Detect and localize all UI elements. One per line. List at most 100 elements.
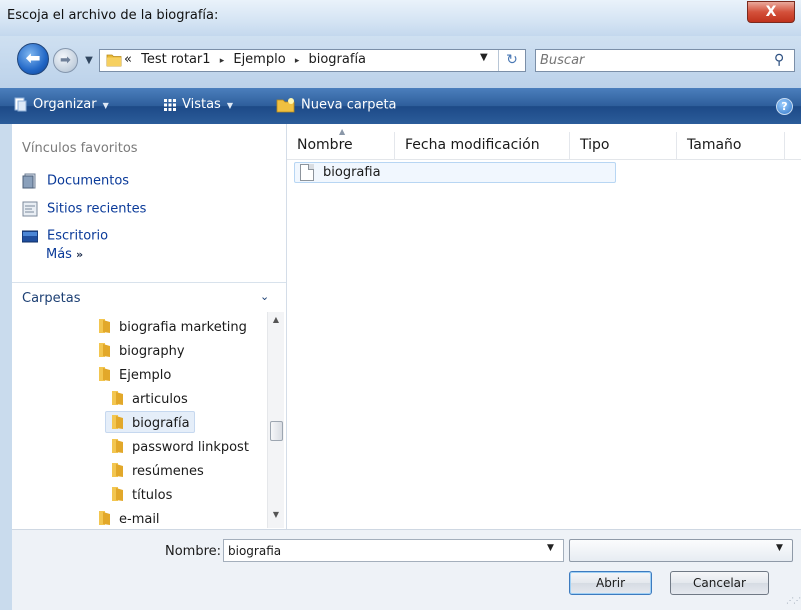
new-folder-icon bbox=[276, 98, 295, 113]
folder-icon bbox=[112, 391, 123, 405]
file-name-label: Nombre: bbox=[165, 544, 222, 559]
help-icon[interactable]: ? bbox=[776, 98, 793, 115]
views-icon bbox=[164, 98, 176, 111]
folder-icon bbox=[99, 343, 110, 357]
column-header-label: Tamaño bbox=[687, 137, 742, 153]
navigation-pane: Vínculos favoritos Documentos Sitios rec… bbox=[12, 124, 287, 529]
folder-icon bbox=[112, 487, 123, 501]
column-header-type[interactable]: Tipo bbox=[570, 132, 677, 160]
tree-item-label: biografía bbox=[132, 416, 190, 431]
file-row[interactable]: biografia bbox=[294, 162, 616, 183]
forward-button[interactable]: ➡ bbox=[53, 48, 78, 73]
search-box: ⚲ bbox=[535, 49, 795, 72]
double-chevron-icon: » bbox=[75, 248, 84, 261]
breadcrumb-overflow[interactable]: « bbox=[124, 52, 132, 67]
chevron-down-icon: ▼ bbox=[226, 101, 233, 110]
breadcrumb: « Test rotar1 ▸ Ejemplo ▸ biografía bbox=[124, 52, 371, 67]
column-header-label: Tipo bbox=[580, 137, 610, 153]
text-file-icon bbox=[300, 164, 314, 181]
organize-icon bbox=[14, 97, 27, 112]
close-button[interactable]: X bbox=[747, 1, 795, 23]
search-input[interactable] bbox=[540, 52, 760, 69]
breadcrumb-item[interactable]: Ejemplo bbox=[233, 52, 285, 67]
chevron-down-icon: ▼ bbox=[776, 543, 783, 553]
folder-icon bbox=[112, 439, 123, 453]
search-icon[interactable]: ⚲ bbox=[774, 52, 784, 68]
favorite-link-desktop[interactable]: Escritorio bbox=[22, 228, 108, 248]
file-type-select[interactable]: ▼ bbox=[569, 539, 793, 562]
tree-item[interactable]: biografia marketing bbox=[97, 316, 251, 338]
title-bar: Escoja el archivo de la biografía: X bbox=[0, 0, 801, 36]
column-header-label: Fecha modificación bbox=[405, 137, 540, 153]
tree-item[interactable]: resúmenes bbox=[110, 460, 208, 482]
tree-item[interactable]: articulos bbox=[110, 388, 192, 410]
address-bar[interactable]: « Test rotar1 ▸ Ejemplo ▸ biografía ▼ ↻ bbox=[99, 49, 526, 72]
column-header-name[interactable]: ▲ Nombre bbox=[287, 127, 395, 160]
bottom-panel: Nombre: ▼ ▼ Abrir Cancelar ⋰⋰ bbox=[12, 529, 801, 610]
breadcrumb-separator-icon[interactable]: ▸ bbox=[220, 56, 225, 66]
file-name-input[interactable] bbox=[228, 542, 528, 559]
folder-open-icon bbox=[99, 367, 110, 381]
favorite-link-documents[interactable]: Documentos bbox=[22, 173, 129, 193]
folder-icon bbox=[106, 54, 122, 67]
desktop-icon bbox=[22, 230, 38, 243]
tree-item[interactable]: e-mail bbox=[97, 508, 164, 528]
tree-item-label: e-mail bbox=[119, 512, 160, 527]
chevron-down-icon[interactable]: ▼ bbox=[547, 543, 554, 553]
tree-item-label: títulos bbox=[132, 488, 173, 503]
recent-sites-icon bbox=[22, 201, 38, 217]
new-folder-button[interactable]: Nueva carpeta bbox=[276, 97, 397, 113]
file-list: ▲ Nombre Fecha modificación Tipo Tamaño … bbox=[287, 124, 801, 529]
folder-icon bbox=[112, 415, 123, 429]
folder-tree: biografia marketing biography Ejemplo ar… bbox=[12, 312, 286, 528]
more-favorites-link[interactable]: Más» bbox=[46, 247, 83, 262]
cancel-button[interactable]: Cancelar bbox=[670, 571, 769, 595]
column-headers: ▲ Nombre Fecha modificación Tipo Tamaño bbox=[287, 127, 801, 160]
folder-icon bbox=[112, 463, 123, 477]
chevron-down-icon: ▼ bbox=[102, 101, 109, 110]
more-label: Más bbox=[46, 247, 72, 262]
column-header-label: Nombre bbox=[297, 137, 353, 153]
file-name: biografia bbox=[323, 165, 381, 180]
favorite-link-recent-sites[interactable]: Sitios recientes bbox=[22, 201, 146, 221]
views-button[interactable]: Vistas ▼ bbox=[163, 97, 233, 112]
tree-item[interactable]: password linkpost bbox=[110, 436, 253, 458]
breadcrumb-separator-icon[interactable]: ▸ bbox=[295, 56, 300, 66]
resize-grip-icon[interactable]: ⋰⋰ bbox=[786, 596, 801, 605]
folders-label: Carpetas bbox=[22, 291, 81, 306]
views-label: Vistas bbox=[182, 97, 221, 112]
folders-header[interactable]: Carpetas ⌄ bbox=[12, 282, 286, 312]
column-header-date-modified[interactable]: Fecha modificación bbox=[395, 132, 570, 160]
favorite-label: Escritorio bbox=[47, 228, 109, 244]
column-header-size[interactable]: Tamaño bbox=[677, 132, 785, 160]
back-button[interactable]: ⬅ bbox=[17, 43, 49, 75]
sort-ascending-icon: ▲ bbox=[339, 127, 346, 136]
organize-button[interactable]: Organizar ▼ bbox=[13, 97, 109, 112]
file-name-combobox: ▼ bbox=[223, 539, 564, 562]
breadcrumb-item[interactable]: Test rotar1 bbox=[141, 52, 210, 67]
address-dropdown-icon[interactable]: ▼ bbox=[480, 52, 488, 63]
open-button[interactable]: Abrir bbox=[569, 571, 652, 595]
recent-pages-dropdown[interactable]: ▼ bbox=[82, 51, 96, 71]
scroll-up-icon[interactable]: ▲ bbox=[268, 315, 284, 324]
favorites-header: Vínculos favoritos bbox=[22, 141, 138, 156]
tree-item-label: articulos bbox=[132, 392, 188, 407]
organize-label: Organizar bbox=[33, 97, 97, 112]
tree-item-label: biografia marketing bbox=[119, 320, 247, 335]
back-arrow-icon: ⬅ bbox=[25, 48, 41, 69]
tree-item[interactable]: Ejemplo bbox=[97, 364, 175, 386]
command-bar: Organizar ▼ Vistas ▼ Nueva carpeta ? bbox=[0, 88, 801, 124]
documents-icon bbox=[22, 173, 36, 189]
tree-scrollbar[interactable]: ▲ ▼ bbox=[267, 312, 284, 528]
refresh-button[interactable]: ↻ bbox=[498, 50, 525, 71]
folder-icon bbox=[99, 511, 110, 525]
scrollbar-thumb[interactable] bbox=[270, 421, 283, 441]
tree-item[interactable]: biography bbox=[97, 340, 189, 362]
tree-item[interactable]: títulos bbox=[110, 484, 176, 506]
folder-icon bbox=[99, 319, 110, 333]
tree-item-selected[interactable]: biografía bbox=[105, 411, 195, 433]
breadcrumb-item[interactable]: biografía bbox=[308, 52, 366, 67]
chevron-down-icon[interactable]: ⌄ bbox=[260, 290, 269, 303]
tree-item-label: password linkpost bbox=[132, 440, 249, 455]
scroll-down-icon[interactable]: ▼ bbox=[268, 510, 284, 519]
